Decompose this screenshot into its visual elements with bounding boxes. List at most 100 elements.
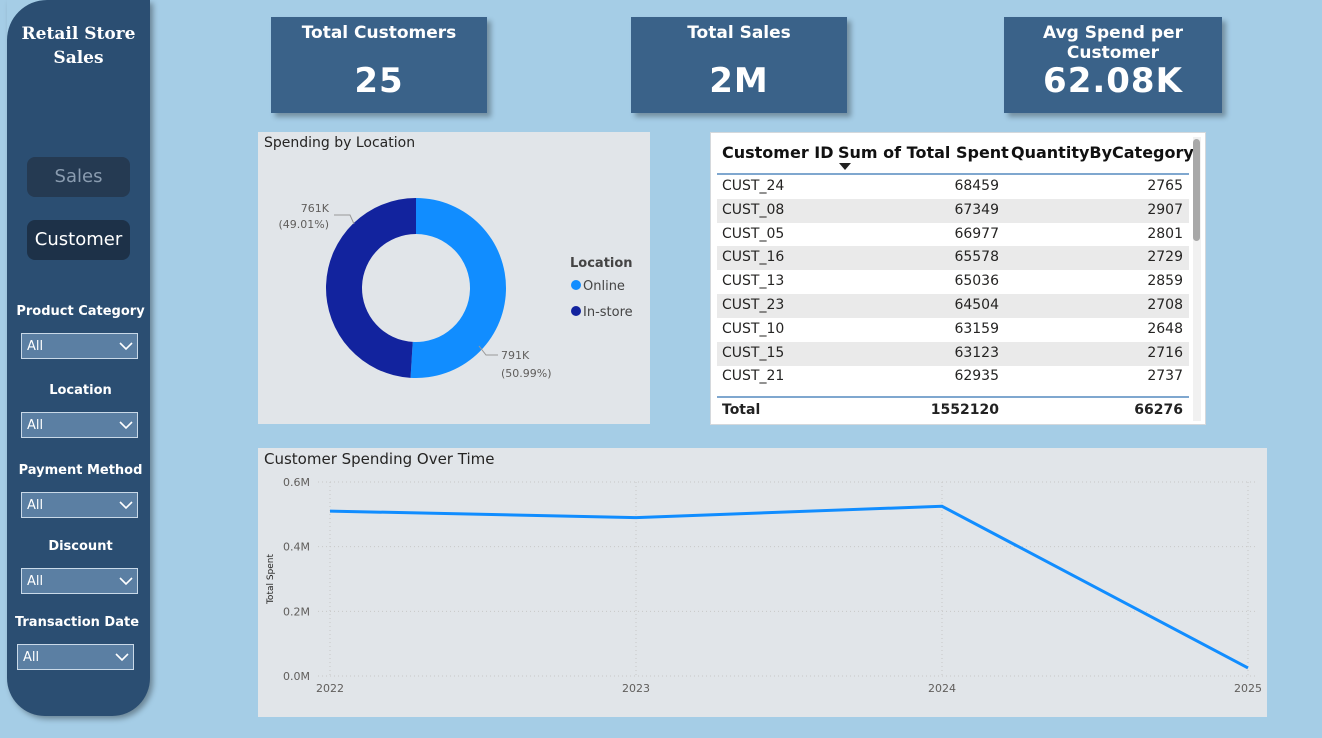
cell-total-spent: 62935 — [954, 368, 999, 385]
x-tick-label: 2025 — [1234, 682, 1262, 695]
chevron-down-icon — [115, 653, 129, 662]
transaction-date-dropdown[interactable]: All — [17, 644, 134, 670]
avg-spend-card: Avg Spend per Customer 62.08K — [1004, 17, 1222, 113]
cell-total-spent: 68459 — [954, 178, 999, 194]
chevron-down-icon — [119, 501, 133, 510]
app-title-line1: Retail Store — [21, 24, 136, 44]
x-tick-label: 2022 — [316, 682, 344, 695]
kpi-title: Total Sales — [687, 23, 791, 43]
col-customer-id[interactable]: Customer ID — [722, 143, 834, 162]
dropdown-value: All — [23, 650, 40, 665]
cell-total-spent: 65036 — [954, 273, 999, 290]
col-sum-total-spent[interactable]: Sum of Total Spent — [838, 143, 1009, 162]
donut-slice-online[interactable] — [410, 198, 506, 378]
instore-leader-line — [334, 214, 355, 225]
donut-chart: 761K (49.01%) 791K (50.99%) Location Onl… — [278, 198, 633, 380]
instore-pct-label: (49.01%) — [278, 218, 329, 231]
table-row[interactable]: CUST_15 63123 2716 — [717, 341, 1189, 366]
product-category-label: Product Category — [16, 304, 145, 319]
cell-total-spent: 65578 — [954, 249, 999, 266]
dropdown-value: All — [27, 574, 44, 589]
table-row[interactable]: CUST_05 66977 2801 — [717, 223, 1189, 247]
payment-method-label: Payment Method — [18, 463, 143, 478]
y-tick-label: 0.2M — [283, 605, 310, 618]
col-quantity-by-category[interactable]: QuantityByCategory — [1011, 143, 1194, 162]
product-category-dropdown[interactable]: All — [21, 333, 138, 359]
transaction-date-label: Transaction Date — [14, 615, 140, 630]
cell-quantity: 2648 — [1147, 320, 1183, 337]
total-spent: 1552120 — [930, 402, 999, 418]
cell-customer-id: CUST_16 — [722, 249, 785, 266]
kpi-title: Total Customers — [301, 23, 457, 43]
cell-customer-id: CUST_05 — [722, 225, 785, 242]
total-qty: 66276 — [1134, 402, 1183, 418]
table-row[interactable]: CUST_21 62935 2737 — [717, 365, 1189, 389]
dropdown-value: All — [27, 418, 44, 433]
discount-dropdown[interactable]: All — [21, 568, 138, 594]
cell-customer-id: CUST_24 — [722, 178, 785, 194]
cell-total-spent: 66977 — [954, 225, 999, 242]
y-tick-label: 0.0M — [283, 670, 310, 683]
dropdown-value: All — [27, 339, 44, 354]
total-sales-card: Total Sales 2M — [631, 17, 847, 113]
cell-quantity: 2801 — [1147, 225, 1183, 242]
scrollbar-thumb[interactable] — [1193, 139, 1200, 241]
kpi-value: 62.08K — [1043, 61, 1183, 101]
table-row[interactable]: CUST_13 65036 2859 — [717, 270, 1189, 294]
table-row[interactable]: CUST_10 63159 2648 — [717, 318, 1189, 342]
spending-over-time-panel: Customer Spending Over Time 0.0M 0.2M 0.4M… — [258, 448, 1267, 717]
online-value-label: 791K — [501, 349, 530, 362]
cell-quantity: 2729 — [1147, 249, 1183, 266]
cell-quantity: 2859 — [1147, 273, 1183, 290]
dropdown-value: All — [27, 498, 44, 513]
instore-value-label: 761K — [301, 202, 330, 215]
online-pct-label: (50.99%) — [501, 367, 552, 380]
y-axis-title: Total Spent — [266, 553, 276, 605]
table-row[interactable]: CUST_08 67349 2907 — [717, 198, 1189, 223]
cell-quantity: 2708 — [1147, 297, 1183, 313]
cell-quantity: 2907 — [1147, 201, 1183, 218]
app-title: Retail Store Sales — [7, 22, 150, 70]
cell-customer-id: CUST_23 — [722, 297, 785, 313]
cell-customer-id: CUST_15 — [722, 344, 785, 361]
table-row[interactable]: CUST_23 64504 2708 — [717, 294, 1189, 318]
chevron-down-icon — [119, 421, 133, 430]
discount-label: Discount — [48, 539, 113, 554]
line-chart: 0.0M 0.2M 0.4M 0.6M 2022 2023 2024 2025 Total … — [266, 476, 1262, 695]
donut-slice-instore[interactable] — [325, 198, 416, 378]
sidebar: Retail Store Sales Sales Customer Produc… — [7, 0, 150, 716]
sales-page-button[interactable]: Sales — [27, 157, 130, 197]
y-tick-label: 0.4M — [283, 541, 310, 554]
legend-online-marker — [571, 280, 581, 290]
legend-instore-label[interactable]: In-store — [583, 305, 633, 320]
payment-method-dropdown[interactable]: All — [21, 492, 138, 518]
cell-customer-id: CUST_21 — [722, 368, 785, 385]
kpi-title: Avg Spend per Customer — [1043, 23, 1183, 63]
table-row[interactable]: CUST_24 68459 2765 — [717, 175, 1189, 199]
table-row[interactable]: CUST_16 65578 2729 — [717, 246, 1189, 271]
chevron-down-icon — [119, 342, 133, 351]
series-line-total-spent — [329, 504, 1249, 670]
location-label: Location — [49, 383, 112, 398]
cell-total-spent: 67349 — [954, 201, 999, 218]
x-tick-label: 2023 — [622, 682, 650, 695]
app-title-line2: Sales — [53, 48, 104, 68]
total-label: Total — [722, 402, 761, 418]
location-dropdown[interactable]: All — [21, 412, 138, 438]
cell-customer-id: CUST_10 — [722, 320, 785, 337]
cell-quantity: 2737 — [1147, 368, 1183, 385]
legend-online-label[interactable]: Online — [583, 279, 625, 294]
customer-table: Customer ID Sum of Total Spent QuantityB… — [711, 133, 1205, 424]
table-header: Customer ID Sum of Total Spent QuantityB… — [717, 141, 1194, 175]
cell-quantity: 2765 — [1147, 178, 1183, 194]
cell-total-spent: 63159 — [954, 320, 999, 337]
cell-total-spent: 63123 — [954, 344, 999, 361]
cell-customer-id: CUST_08 — [722, 201, 785, 218]
legend-title: Location — [570, 256, 633, 271]
y-tick-label: 0.6M — [283, 476, 310, 489]
cell-quantity: 2716 — [1147, 344, 1183, 361]
spending-by-location-panel: Spending by Location 761K (49.01%) 791K … — [258, 132, 650, 424]
kpi-value: 2M — [709, 61, 769, 101]
legend-instore-marker — [571, 306, 581, 316]
customer-page-button[interactable]: Customer — [27, 220, 130, 260]
